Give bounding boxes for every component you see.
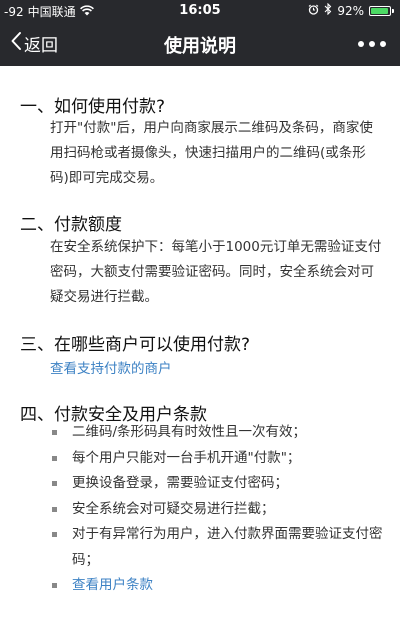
section-title-pay-limit: 二、付款额度	[20, 215, 122, 235]
section-title-how-to-pay: 一、如何使用付款?	[20, 97, 166, 117]
list-item: 更换设备登录，需要验证支付密码；	[50, 471, 384, 497]
list-item: 查看用户条款	[50, 573, 384, 599]
status-right: 92%	[308, 2, 394, 18]
section-title-merchants: 三、在哪些商户可以使用付款?	[20, 335, 251, 355]
list-item: 每个用户只能对一台手机开通"付款"；	[50, 446, 384, 472]
list-item: 二维码/条形码具有时效性且一次有效；	[50, 420, 384, 446]
page-title: 使用说明	[164, 36, 236, 57]
more-dot-icon	[358, 41, 364, 47]
alarm-icon	[308, 4, 319, 18]
bullet-icon	[52, 506, 57, 512]
user-terms-link[interactable]: 查看用户条款	[72, 577, 153, 593]
bluetooth-icon	[324, 2, 332, 18]
nav-bar: 返回 使用说明	[0, 22, 400, 66]
top-bar: -92 中国联通 16:05 92% 返回 使用说明	[0, 0, 400, 66]
supported-merchants-link[interactable]: 查看支持付款的商户	[50, 361, 172, 377]
help-content: 一、如何使用付款? 打开"付款"后，用户向商家展示二维码及条码，商家使用扫码枪或…	[0, 66, 400, 632]
bullet-icon	[52, 430, 57, 435]
more-dot-icon	[369, 41, 375, 47]
battery-percent: 92%	[337, 3, 364, 18]
more-options-button[interactable]	[358, 34, 386, 54]
status-bar: -92 中国联通 16:05 92%	[0, 0, 400, 22]
battery-level	[371, 7, 388, 14]
bullet-icon	[52, 583, 57, 588]
security-terms-list: 二维码/条形码具有时效性且一次有效； 每个用户只能对一台手机开通"付款"； 更换…	[50, 420, 384, 599]
more-dot-icon	[380, 41, 386, 47]
bullet-icon	[52, 532, 57, 537]
section-body-pay-limit: 在安全系统保护下：每笔小于1000元订单无需验证支付密码，大额支付需要验证密码。…	[50, 239, 382, 305]
section-body-how-to-pay: 打开"付款"后，用户向商家展示二维码及条码，商家使用扫码枪或者摄像头，快速扫描用…	[50, 120, 373, 186]
bullet-icon	[52, 481, 57, 486]
battery-icon	[369, 5, 394, 16]
list-item: 对于有异常行为用户，进入付款界面需要验证支付密码；	[50, 522, 384, 573]
list-item: 安全系统会对可疑交易进行拦截；	[50, 497, 384, 523]
bullet-icon	[52, 455, 57, 461]
